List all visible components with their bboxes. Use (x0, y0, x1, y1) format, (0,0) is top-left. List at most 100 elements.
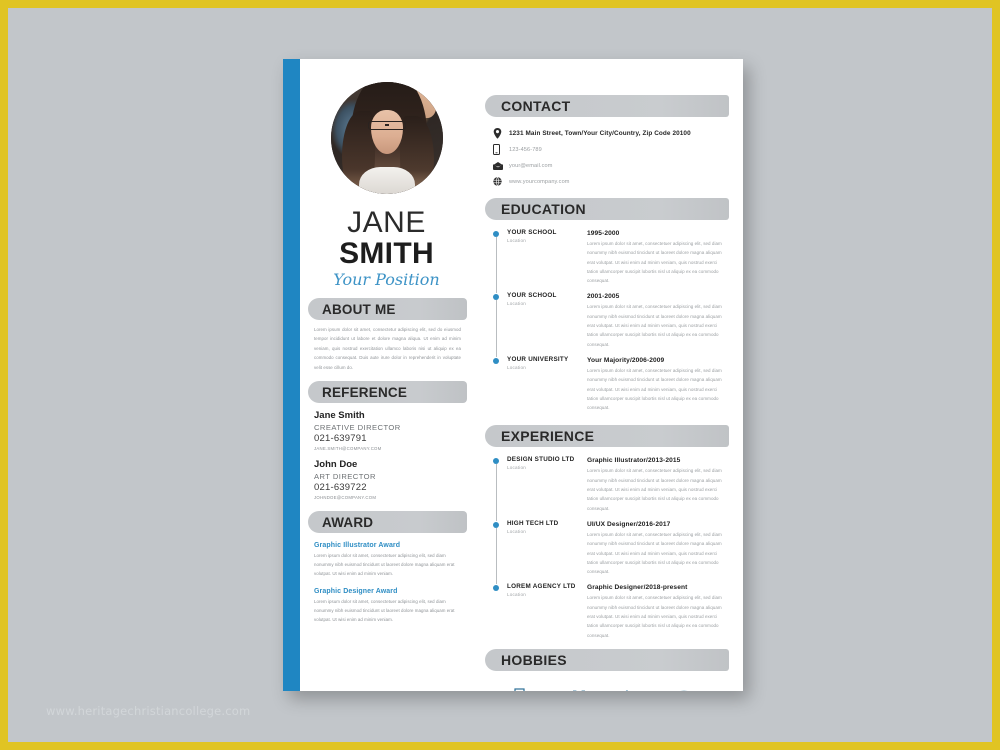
image-canvas: JANE SMITH Your Position ABOUT ME Lorem … (8, 8, 992, 742)
experience-org: HIGH TECH LTD (507, 519, 559, 527)
list-item: YOUR UNIVERSITY Location Your Majority/2… (493, 356, 729, 419)
section-header-about: ABOUT ME (308, 298, 467, 320)
camera-icon (512, 688, 542, 691)
section-header-award: AWARD (308, 511, 467, 534)
timeline-connector (495, 300, 497, 357)
experience-org: DESIGN STUDIO LTD (507, 456, 575, 464)
phone-icon (493, 144, 509, 155)
reference-name: John Doe (314, 459, 358, 471)
experience-timeline: DESIGN STUDIO LTD Location Graphic Illus… (485, 447, 729, 646)
section-header-reference: REFERENCE (308, 381, 467, 404)
section-header-hobbies: HOBBIES (485, 648, 729, 671)
experience-location: Location (507, 528, 526, 534)
education-description: Lorem ipsum dolor sit amet, consectetuer… (587, 241, 722, 284)
blue-accent-spine (283, 59, 300, 691)
list-item: LOREM AGENCY LTD Location Graphic Design… (493, 583, 729, 646)
hobbies-heading: HOBBIES (501, 651, 567, 668)
watermark: www.heritagechristiancollege.com (46, 704, 251, 718)
education-org-block: YOUR SCHOOL Location (507, 229, 587, 285)
experience-description: Lorem ipsum dolor sit amet, consectetuer… (587, 468, 722, 511)
education-title: 2001-2005 (587, 293, 620, 301)
reference-list: Jane Smith CREATIVE DIRECTOR 021-639791 … (300, 410, 473, 502)
experience-detail-block: Graphic Illustrator/2013-2015 Lorem ipsu… (587, 456, 729, 512)
contact-row-phone: 123-456-789 (493, 142, 729, 157)
contact-row-email: your@email.com (493, 158, 729, 173)
contact-row-website: www.yourcompany.com (493, 174, 729, 189)
left-column: JANE SMITH Your Position ABOUT ME Lorem … (300, 59, 473, 691)
timeline-connector (495, 464, 497, 521)
experience-description: Lorem ipsum dolor sit amet, consectetuer… (587, 531, 722, 575)
experience-org-block: HIGH TECH LTD Location (507, 520, 587, 576)
contact-heading: CONTACT (501, 98, 571, 114)
experience-title: Graphic Designer/2018-present (587, 584, 688, 592)
map-pin-icon (493, 128, 509, 139)
music-note-icon (617, 686, 645, 691)
reference-role: ART DIRECTOR (314, 472, 376, 482)
last-name: SMITH (339, 237, 434, 270)
contact-row-address: 1231 Main Street, Town/Your City/Country… (493, 126, 729, 141)
award-description: Lorem ipsum dolor sit amet, consectetuer… (314, 553, 455, 577)
experience-detail-block: UI/UX Designer/2016-2017 Lorem ipsum dol… (587, 520, 729, 576)
list-item: Graphic Designer Award Lorem ipsum dolor… (300, 586, 473, 625)
education-title: Your Majority/2006-2009 (587, 356, 665, 364)
timeline-dot-icon (493, 585, 499, 592)
award-title: Graphic Designer Award (314, 587, 398, 595)
education-location: Location (507, 238, 526, 243)
reference-name: Jane Smith (314, 410, 365, 422)
award-heading: AWARD (322, 514, 374, 530)
experience-location: Location (507, 465, 526, 471)
contact-website-text: www.yourcompany.com (509, 178, 570, 185)
contact-email-text: your@email.com (509, 162, 553, 169)
contact-address-text: 1231 Main Street, Town/Your City/Country… (509, 130, 691, 137)
about-text: Lorem ipsum dolor sit amet, consectetur … (314, 327, 461, 370)
globe-icon (493, 177, 509, 186)
education-detail-block: Your Majority/2006-2009 Lorem ipsum dolo… (587, 356, 729, 412)
experience-description: Lorem ipsum dolor sit amet, consectetuer… (587, 595, 722, 638)
timeline-connector (495, 237, 497, 294)
football-icon (666, 690, 702, 691)
list-item: Graphic Illustrator Award Lorem ipsum do… (300, 540, 473, 579)
list-item: YOUR SCHOOL Location 2001-2005 Lorem ips… (493, 292, 729, 357)
about-heading: ABOUT ME (322, 301, 396, 317)
list-item: John Doe ART DIRECTOR 021-639722 JOHNDOE… (300, 459, 473, 502)
reference-role: CREATIVE DIRECTOR (314, 423, 401, 433)
education-description: Lorem ipsum dolor sit amet, consectetuer… (587, 304, 722, 347)
avatar (330, 82, 443, 194)
education-heading: EDUCATION (501, 201, 586, 217)
education-timeline: YOUR SCHOOL Location 1995-2000 Lorem ips… (485, 220, 729, 419)
right-column: CONTACT 1231 Main Street, Town/Your City… (473, 59, 743, 691)
award-list: Graphic Illustrator Award Lorem ipsum do… (300, 540, 473, 624)
experience-org-block: LOREM AGENCY LTD Location (507, 583, 587, 639)
timeline-connector (495, 527, 497, 585)
avatar-glasses (368, 121, 407, 131)
education-org-block: YOUR UNIVERSITY Location (507, 356, 587, 412)
job-position: Your Position (333, 270, 440, 289)
reference-phone: 021-639722 (314, 482, 367, 494)
education-org: YOUR SCHOOL (507, 292, 557, 300)
education-org: YOUR UNIVERSITY (507, 355, 569, 363)
section-header-education: EDUCATION (485, 198, 729, 220)
resume-page: JANE SMITH Your Position ABOUT ME Lorem … (283, 59, 743, 691)
list-item: DESIGN STUDIO LTD Location Graphic Illus… (493, 456, 729, 521)
contact-list: 1231 Main Street, Town/Your City/Country… (485, 117, 729, 189)
reference-phone: 021-639791 (314, 433, 367, 445)
section-header-contact: CONTACT (485, 95, 729, 117)
award-title: Graphic Illustrator Award (314, 542, 401, 550)
section-header-experience: EXPERIENCE (485, 425, 729, 448)
education-location: Location (507, 301, 526, 307)
education-org-block: YOUR SCHOOL Location (507, 292, 587, 348)
experience-org-block: DESIGN STUDIO LTD Location (507, 456, 587, 512)
list-item: HIGH TECH LTD Location UI/UX Designer/20… (493, 520, 729, 585)
education-description: Lorem ipsum dolor sit amet, consectetuer… (587, 367, 722, 411)
list-item: Jane Smith CREATIVE DIRECTOR 021-639791 … (300, 410, 473, 453)
award-description: Lorem ipsum dolor sit amet, consectetuer… (314, 598, 455, 623)
about-body: Lorem ipsum dolor sit amet, consectetur … (300, 320, 473, 372)
reference-email: JANE.SMITH@COMPANY.COM (314, 446, 382, 452)
education-detail-block: 2001-2005 Lorem ipsum dolor sit amet, co… (587, 292, 729, 348)
envelope-icon (493, 161, 509, 170)
timeline-dot-icon (493, 357, 499, 364)
name-block: JANE SMITH Your Position (300, 206, 473, 290)
list-item: YOUR SCHOOL Location 1995-2000 Lorem ips… (493, 229, 729, 294)
education-detail-block: 1995-2000 Lorem ipsum dolor sit amet, co… (587, 229, 729, 285)
first-name: JANE (347, 206, 426, 239)
